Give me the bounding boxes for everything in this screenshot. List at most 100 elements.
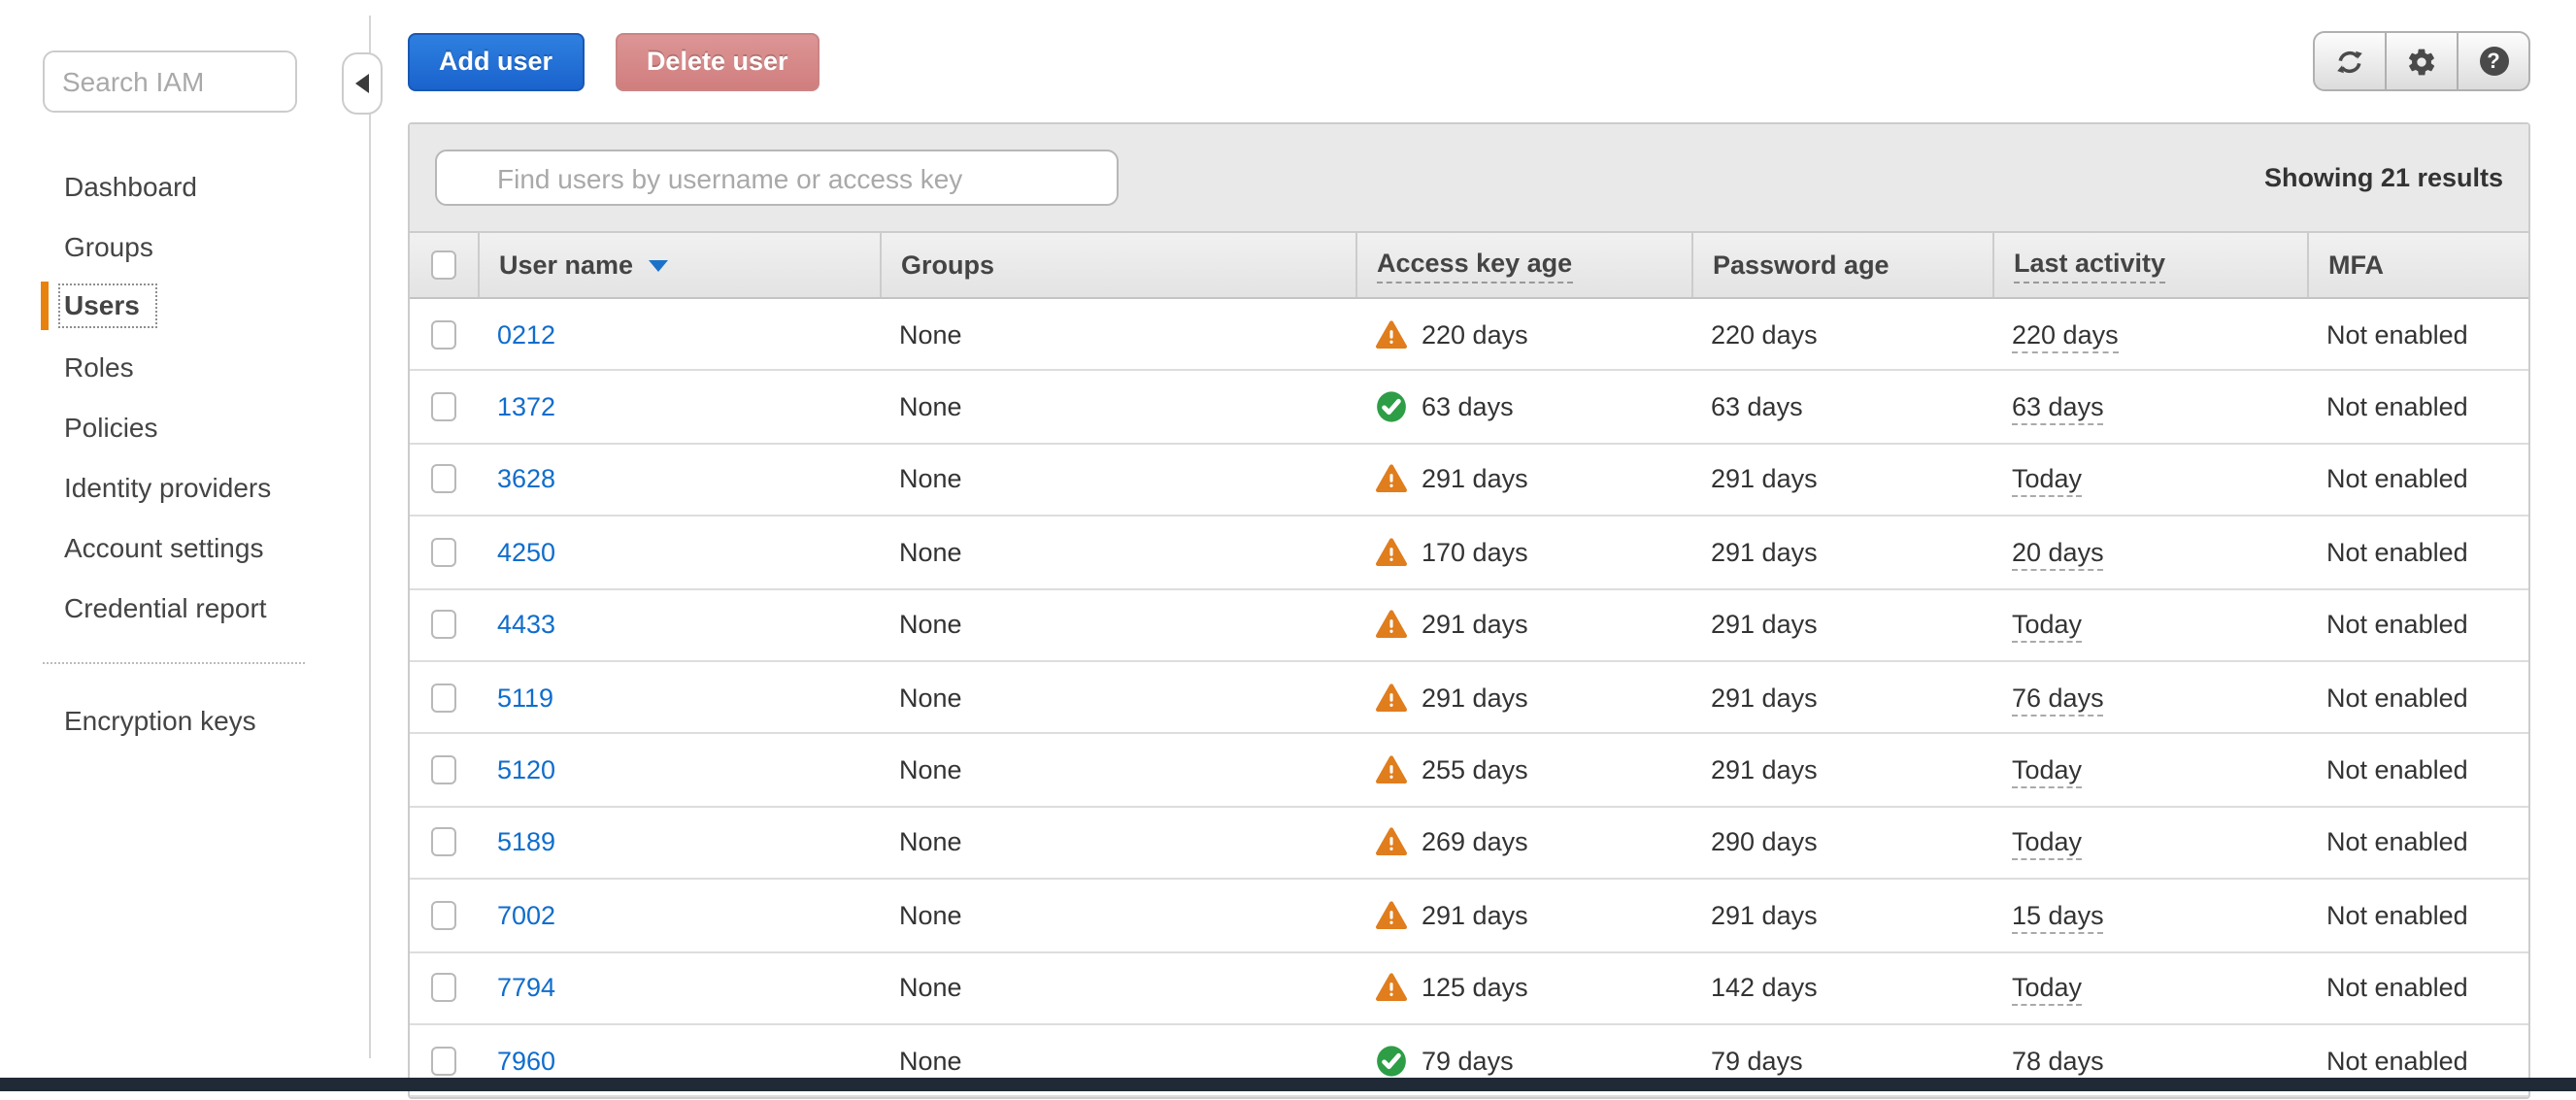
sidebar-item-encryption-keys[interactable]: Encryption keys — [0, 689, 369, 750]
access-key-age-value: 63 days — [1422, 392, 1514, 422]
access-key-age-cell: 291 days — [1355, 681, 1691, 714]
refresh-button[interactable] — [2315, 33, 2385, 89]
last-activity-value: 220 days — [2012, 319, 2119, 353]
delete-user-button[interactable]: Delete user — [615, 33, 820, 91]
user-name-link[interactable]: 7960 — [497, 1046, 555, 1075]
row-checkbox[interactable] — [431, 610, 456, 640]
user-name-cell: 7794 — [478, 973, 880, 1002]
user-name-link[interactable]: 3628 — [497, 465, 555, 494]
header-password-age[interactable]: Password age — [1691, 233, 1992, 297]
settings-button[interactable] — [2385, 33, 2457, 89]
sidebar-item-account-settings[interactable]: Account settings — [0, 517, 369, 577]
user-name-link[interactable]: 5119 — [497, 683, 553, 712]
header-user-name[interactable]: User name — [478, 233, 880, 297]
access-key-age-value: 269 days — [1422, 827, 1528, 857]
access-key-age-value: 79 days — [1422, 1046, 1514, 1076]
header-mfa[interactable]: MFA — [2307, 233, 2528, 297]
row-checkbox[interactable] — [431, 392, 456, 422]
help-button[interactable]: ? — [2457, 33, 2528, 89]
header-label: Access key age — [1377, 248, 1573, 283]
sidebar-item-users[interactable]: Users — [0, 276, 369, 336]
warning-icon — [1375, 610, 1408, 639]
mfa-cell: Not enabled — [2326, 827, 2468, 857]
access-key-age-cell: 125 days — [1355, 971, 1691, 1004]
user-name-link[interactable]: 5189 — [497, 828, 555, 857]
mfa-cell: Not enabled — [2326, 319, 2468, 350]
last-activity-value: 15 days — [2012, 900, 2104, 934]
user-name-cell: 5189 — [478, 828, 880, 857]
table-row: 0212 None 220 days 220 days 220 days Not… — [410, 299, 2528, 372]
table-row: 7794 None 125 days 142 days Today Not en… — [410, 952, 2528, 1025]
row-checkbox[interactable] — [431, 973, 456, 1003]
sidebar-item-dashboard[interactable]: Dashboard — [0, 155, 369, 216]
user-name-link[interactable]: 0212 — [497, 319, 555, 349]
password-age-cell: 291 days — [1711, 755, 1818, 785]
header-last-activity[interactable]: Last activity — [1992, 233, 2307, 297]
row-checkbox[interactable] — [431, 827, 456, 857]
user-name-link[interactable]: 5120 — [497, 755, 555, 784]
user-name-cell: 0212 — [478, 319, 880, 349]
table-row: 4250 None 170 days 291 days 20 days Not … — [410, 517, 2528, 590]
sidebar-item-groups[interactable]: Groups — [0, 216, 369, 276]
access-key-age-value: 125 days — [1422, 973, 1528, 1003]
last-activity-value: 78 days — [2012, 1046, 2104, 1080]
last-activity-cell: Today — [1992, 464, 2307, 498]
access-key-age-cell: 291 days — [1355, 899, 1691, 932]
sidebar-item-roles[interactable]: Roles — [0, 336, 369, 396]
last-activity-cell: 76 days — [1992, 683, 2307, 717]
user-name-cell: 7960 — [478, 1046, 880, 1075]
row-checkbox[interactable] — [431, 755, 456, 785]
header-label: User name — [499, 250, 634, 280]
mfa-cell: Not enabled — [2326, 683, 2468, 713]
row-checkbox[interactable] — [431, 319, 456, 350]
access-key-age-value: 291 days — [1422, 683, 1528, 713]
header-groups[interactable]: Groups — [880, 233, 1355, 297]
header-label: Groups — [901, 250, 995, 280]
add-user-button[interactable]: Add user — [408, 33, 585, 91]
mfa-cell: Not enabled — [2326, 392, 2468, 422]
table-row: 5120 None 255 days 291 days Today Not en… — [410, 734, 2528, 808]
password-age-cell: 291 days — [1711, 464, 1818, 494]
select-all-checkbox[interactable] — [431, 250, 456, 280]
user-name-link[interactable]: 7002 — [497, 901, 555, 930]
row-select-cell — [410, 900, 478, 930]
user-name-cell: 4433 — [478, 611, 880, 640]
row-checkbox[interactable] — [431, 537, 456, 567]
mfa-cell: Not enabled — [2326, 755, 2468, 785]
sidebar-item-identity-providers[interactable]: Identity providers — [0, 456, 369, 517]
user-name-link[interactable]: 4250 — [497, 538, 555, 567]
select-all-cell — [410, 233, 478, 297]
find-users-input[interactable] — [435, 150, 1119, 206]
chevron-left-icon — [355, 74, 369, 93]
last-activity-value: Today — [2012, 610, 2083, 644]
sidebar-item-label: Policies — [64, 411, 158, 442]
table-row: 5119 None 291 days 291 days 76 days Not … — [410, 661, 2528, 735]
password-age-cell: 290 days — [1711, 827, 1818, 857]
mfa-cell: Not enabled — [2326, 900, 2468, 930]
user-name-cell: 1372 — [478, 392, 880, 421]
sort-descending-icon — [649, 259, 669, 271]
table-row: 5189 None 269 days 290 days Today Not en… — [410, 807, 2528, 881]
user-name-link[interactable]: 1372 — [497, 392, 555, 421]
row-checkbox[interactable] — [431, 683, 456, 713]
user-name-link[interactable]: 7794 — [497, 973, 555, 1002]
row-select-cell — [410, 1046, 478, 1076]
row-checkbox[interactable] — [431, 464, 456, 494]
groups-cell: None — [899, 683, 962, 713]
table-filter-bar: Showing 21 results — [410, 124, 2528, 231]
row-checkbox[interactable] — [431, 1046, 456, 1076]
last-activity-value: 20 days — [2012, 537, 2104, 571]
table-row: 7002 None 291 days 291 days 15 days Not … — [410, 880, 2528, 953]
sidebar-item-policies[interactable]: Policies — [0, 396, 369, 456]
row-select-cell — [410, 683, 478, 713]
user-name-link[interactable]: 4433 — [497, 611, 555, 640]
groups-cell: None — [899, 319, 962, 350]
header-access-key-age[interactable]: Access key age — [1355, 233, 1691, 297]
sidebar-collapse-toggle[interactable] — [342, 52, 383, 115]
row-checkbox[interactable] — [431, 900, 456, 930]
sidebar-section-divider — [43, 662, 305, 664]
search-iam-input[interactable] — [43, 50, 297, 113]
mfa-cell: Not enabled — [2326, 1046, 2468, 1076]
sidebar-item-credential-report[interactable]: Credential report — [0, 577, 369, 637]
warning-icon — [1375, 465, 1408, 493]
